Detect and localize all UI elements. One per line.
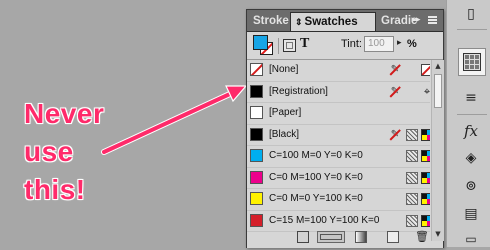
- process-color-icon: [406, 193, 418, 205]
- swatch-name: [Black]: [269, 128, 300, 140]
- swatch-chip: [250, 149, 263, 162]
- swatch-chip: [250, 170, 263, 184]
- swatch-chip: [250, 127, 263, 141]
- trash-icon[interactable]: 🗑: [415, 231, 429, 243]
- effects-fx-icon[interactable]: fx: [461, 122, 481, 140]
- text-wrap-icon[interactable]: ▤: [461, 206, 481, 224]
- cmyk-mode-icon: [421, 171, 430, 184]
- annotation-text: Never use this!: [24, 95, 144, 209]
- process-color-icon: [406, 214, 418, 227]
- annotation-line: this!: [24, 174, 86, 205]
- dock-divider: [457, 29, 487, 30]
- formatting-container-icon[interactable]: [283, 39, 296, 52]
- process-color-icon: [406, 128, 418, 141]
- fill-stroke-icon[interactable]: [253, 35, 275, 55]
- swatch-name: C=0 M=0 Y=100 K=0: [269, 193, 363, 204]
- swatch-row-yellow[interactable]: C=0 M=0 Y=100 K=0: [247, 189, 430, 211]
- toolbar-divider: [278, 38, 279, 54]
- tab-swatches[interactable]: ⇕ Swatches: [290, 12, 376, 31]
- tint-input[interactable]: 100: [364, 36, 394, 52]
- none-color-mode-icon: [421, 64, 430, 76]
- stroke-lines-icon[interactable]: ≡: [461, 90, 481, 108]
- scroll-up-icon[interactable]: ▲: [432, 61, 444, 72]
- cmyk-mode-icon: [421, 193, 430, 205]
- swatches-grid-icon: [463, 53, 481, 71]
- swatch-name: C=100 M=0 Y=0 K=0: [269, 150, 363, 161]
- swatch-name: [None]: [269, 64, 299, 75]
- fill-box-icon[interactable]: [253, 35, 268, 50]
- swatch-name: [Paper]: [269, 107, 302, 118]
- none-swatch-icon: [250, 63, 263, 76]
- show-color-swatches-icon[interactable]: [317, 231, 345, 243]
- swatch-list-container: [None] ✎ [Registration] ✎ ⌖ [Paper] [Bla…: [247, 59, 444, 241]
- panel-tab-bar: Stroke ⇕ Swatches Gradie ▸▸: [247, 10, 443, 32]
- double-chevron-right-icon[interactable]: ▸▸: [409, 13, 423, 27]
- swatch-name: C=0 M=100 Y=0 K=0: [269, 171, 363, 183]
- process-color-icon: [406, 150, 418, 162]
- links-icon[interactable]: ⊚: [461, 178, 481, 196]
- swatch-chip: [250, 192, 263, 205]
- swatch-row-magenta[interactable]: C=0 M=100 Y=0 K=0: [247, 168, 430, 189]
- swatch-chip: [250, 213, 263, 227]
- tab-stroke[interactable]: Stroke: [249, 12, 291, 30]
- swatch-row-cyan[interactable]: C=100 M=0 Y=0 K=0: [247, 146, 430, 168]
- panel-controls: ▸▸: [409, 13, 439, 27]
- swatch-row-black[interactable]: [Black] ✎: [247, 125, 430, 146]
- layers-icon[interactable]: ▭: [461, 232, 481, 250]
- right-panel-dock: ▯ ≡ fx ◈ ⊚ ▤ ▭: [446, 0, 490, 247]
- swatch-row-red[interactable]: C=15 M=100 Y=100 K=0: [247, 211, 430, 232]
- no-edit-pencil-icon: ✎: [390, 128, 400, 140]
- annotation-line: Never: [24, 98, 105, 129]
- annotation-line: use: [24, 136, 74, 167]
- swatch-row-registration[interactable]: [Registration] ✎ ⌖: [247, 82, 430, 103]
- cmyk-mode-icon: [421, 214, 430, 227]
- registration-mark-icon: ⌖: [423, 84, 430, 98]
- swatch-name: C=15 M=100 Y=100 K=0: [269, 214, 380, 226]
- swatch-chip: [250, 84, 263, 98]
- swatch-row-paper[interactable]: [Paper]: [247, 103, 430, 125]
- swatch-list: [None] ✎ [Registration] ✎ ⌖ [Paper] [Bla…: [247, 60, 430, 241]
- scroll-down-icon[interactable]: ▼: [432, 229, 444, 240]
- object-styles-icon[interactable]: ◈: [461, 150, 481, 168]
- show-gradient-swatches-icon[interactable]: [355, 231, 367, 243]
- tint-label: Tint:: [341, 38, 362, 50]
- dock-divider: [457, 114, 487, 115]
- swatch-list-scrollbar[interactable]: ▲ ▼: [431, 60, 444, 241]
- formatting-text-icon[interactable]: T: [300, 36, 309, 52]
- cmyk-mode-icon: [421, 128, 430, 141]
- swatch-name: [Registration]: [269, 85, 328, 97]
- swatch-toolbar: T Tint: 100 ▸ %: [247, 32, 443, 58]
- tint-unit: %: [407, 38, 417, 50]
- pages-icon[interactable]: ▯: [461, 6, 481, 24]
- panel-menu-icon[interactable]: [425, 13, 439, 27]
- tint-dropdown-icon[interactable]: ▸: [397, 38, 402, 48]
- scrollbar-thumb[interactable]: [434, 74, 442, 108]
- process-color-icon: [406, 171, 418, 184]
- show-all-swatches-icon[interactable]: [297, 231, 309, 243]
- swatches-panel: Stroke ⇕ Swatches Gradie ▸▸ T Tint: 100 ▸…: [246, 9, 444, 248]
- no-edit-pencil-icon: ✎: [390, 64, 400, 75]
- updown-arrows-icon: ⇕: [295, 17, 303, 27]
- new-swatch-icon[interactable]: [387, 231, 399, 243]
- swatch-row-none[interactable]: [None] ✎: [247, 60, 430, 82]
- cmyk-mode-icon: [421, 150, 430, 162]
- swatch-chip: [250, 106, 263, 119]
- no-edit-pencil-icon: ✎: [390, 85, 400, 97]
